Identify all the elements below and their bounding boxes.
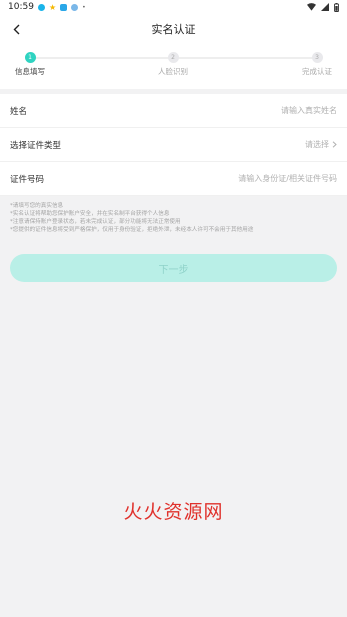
step-label: 信息填写: [15, 67, 45, 76]
id-type-label: 选择证件类型: [10, 140, 62, 151]
gallery-icon: [60, 3, 68, 11]
chevron-left-icon: [13, 24, 19, 34]
next-step-button[interactable]: 下一步: [10, 254, 337, 282]
step-label: 人脸识别: [158, 67, 188, 76]
watermark: 火火资源网: [123, 501, 224, 523]
identity-form: 姓名 选择证件类型 请选择 证件号码: [0, 94, 347, 196]
name-input[interactable]: [167, 106, 337, 115]
notice-line: *请填写您的真实信息: [10, 203, 64, 209]
status-time: 10:59: [8, 2, 34, 12]
id-number-input[interactable]: [167, 174, 337, 183]
notice-text: *请填写您的真实信息 *实名认证将帮助您保护账户安全，并在实名制平台获得个人信息…: [0, 196, 347, 234]
chevron-right-icon: [332, 141, 337, 148]
status-bar: 10:59 ★ •: [0, 0, 347, 14]
page-title: 实名认证: [151, 23, 196, 36]
step-face-recognition: 2 人脸识别: [143, 52, 203, 77]
step-info-input: 1 信息填写: [0, 52, 60, 77]
weather-icon: [71, 3, 79, 11]
signal-icon: [321, 3, 329, 11]
id-type-value: 请选择: [305, 140, 329, 149]
step-complete: 3 完成认证: [287, 52, 347, 77]
top-section: 10:59 ★ • 实名认证 1 信息填写 2 人脸识别 3 完成认证: [0, 0, 347, 89]
id-type-row[interactable]: 选择证件类型 请选择: [0, 128, 347, 162]
wifi-icon: [307, 3, 316, 11]
battery-icon: [334, 2, 339, 12]
notice-line: *您提供的证件信息将受到严格保护，仅用于身份验证，拒绝外泄，未经本人许可不会用于…: [10, 227, 254, 233]
step-number-circle: 2: [167, 52, 179, 63]
id-type-select[interactable]: 请选择: [305, 139, 337, 150]
id-number-label: 证件号码: [10, 174, 45, 185]
step-number-circle: 1: [24, 52, 36, 63]
more-notifications-icon: •: [82, 3, 86, 11]
navigation-bar: 实名认证: [0, 14, 347, 44]
progress-steps: 1 信息填写 2 人脸识别 3 完成认证: [0, 44, 347, 89]
id-number-row: 证件号码: [0, 162, 347, 196]
name-row: 姓名: [0, 94, 347, 128]
app-notification-icon: [37, 3, 45, 11]
star-icon: ★: [48, 2, 57, 12]
notice-line: *注意请保持账户登录状态，若未完成认证，部分功能将无法正常使用: [10, 219, 181, 225]
step-number-circle: 3: [311, 52, 323, 63]
notice-line: *实名认证将帮助您保护账户安全，并在实名制平台获得个人信息: [10, 211, 170, 217]
step-label: 完成认证: [302, 67, 332, 76]
name-label: 姓名: [10, 106, 28, 117]
back-button[interactable]: [6, 19, 26, 39]
